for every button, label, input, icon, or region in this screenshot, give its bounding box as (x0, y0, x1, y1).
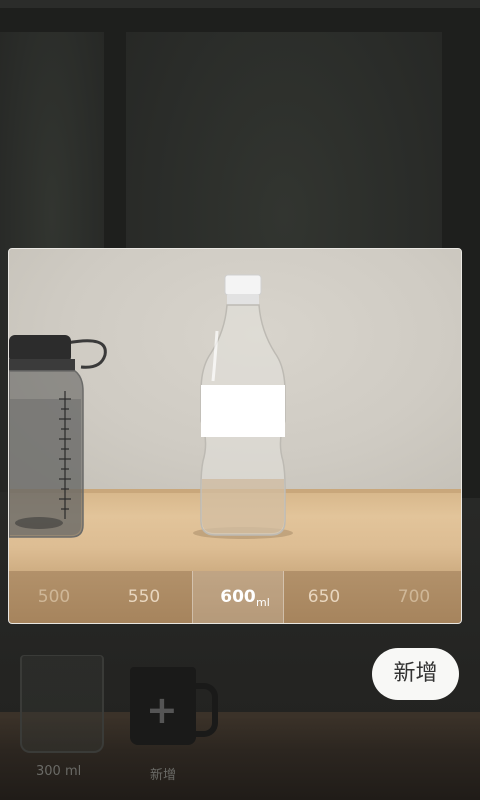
cup-volume-label: 300 ml (36, 764, 82, 779)
water-bottle-icon[interactable] (189, 271, 299, 541)
bottle-cap (9, 335, 71, 363)
volume-option-600-selected[interactable]: 600 ml (192, 571, 284, 623)
bottle-picker-dialog: 500 550 600 ml 650 700 (8, 248, 462, 624)
plus-icon: + (146, 688, 178, 732)
volume-option-label: 700 (397, 587, 431, 607)
window-frame-top (0, 8, 480, 32)
bottle-neck (9, 359, 75, 371)
add-button[interactable]: 新增 (372, 648, 459, 700)
cup-glass-icon[interactable] (20, 655, 104, 753)
mug-handle (192, 683, 218, 737)
bottle-cap (224, 274, 262, 296)
bottle-label (201, 385, 285, 437)
bottle-collar (227, 295, 259, 305)
volume-option-500[interactable]: 500 (9, 571, 99, 623)
volume-option-700[interactable]: 700 (369, 571, 459, 623)
volume-option-550[interactable]: 550 (99, 571, 189, 623)
volume-option-label: 550 (127, 587, 161, 607)
bottle-base (15, 517, 63, 529)
volume-option-label: 500 (37, 587, 71, 607)
volume-picker[interactable]: 500 550 600 ml 650 700 (9, 571, 461, 623)
volume-option-650[interactable]: 650 (279, 571, 369, 623)
volume-option-label: 650 (307, 587, 341, 607)
bottle-water (202, 479, 284, 533)
volume-option-label: 600 (220, 587, 256, 607)
add-cup-label: 新增 (150, 768, 177, 783)
sports-bottle-icon[interactable] (9, 329, 119, 539)
volume-unit: ml (256, 596, 270, 609)
